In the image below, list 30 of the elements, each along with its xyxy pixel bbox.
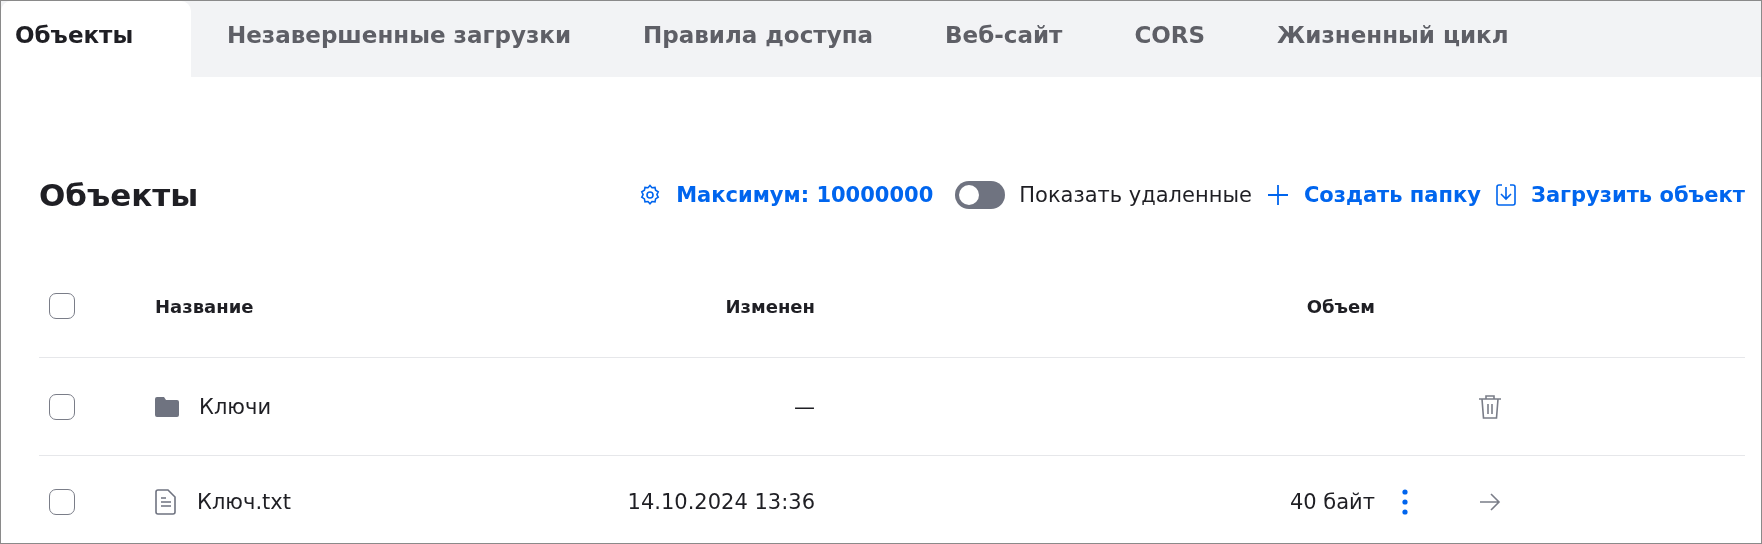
upload-icon[interactable]	[1495, 183, 1517, 207]
limit-link[interactable]: Максимум: 10000000	[676, 183, 934, 207]
tab[interactable]: CORS	[1098, 1, 1242, 77]
select-all-checkbox[interactable]	[49, 293, 75, 319]
size-cell: 40 байт	[1289, 490, 1375, 514]
toggle-label: Показать удаленные	[1019, 183, 1252, 207]
open-button[interactable]	[1479, 493, 1501, 511]
column-header: Название	[154, 295, 255, 317]
row-checkbox[interactable]	[49, 393, 75, 420]
tab[interactable]: Правила доступа	[607, 1, 910, 77]
tab[interactable]: Незавершенные загрузки	[191, 1, 607, 77]
create-folder-link[interactable]: Создать папку	[1303, 183, 1481, 207]
column-header: Объем	[1306, 295, 1375, 317]
tab[interactable]: Объекты	[1, 1, 191, 77]
folder-icon	[155, 396, 179, 417]
object-name[interactable]: Ключ.txt	[197, 490, 291, 514]
object-name[interactable]: Ключи	[199, 394, 272, 419]
plus-icon[interactable]	[1265, 183, 1290, 207]
more-button[interactable]	[1402, 489, 1408, 515]
modified-cell: 14.10.2024 13:36	[627, 490, 815, 514]
delete-button[interactable]	[1478, 393, 1502, 420]
toggle-switch[interactable]	[955, 181, 1006, 209]
column-header: Изменен	[725, 295, 815, 317]
page-title: Объекты	[39, 177, 200, 213]
document-icon	[155, 489, 177, 515]
upload-link[interactable]: Загрузить объект	[1531, 183, 1745, 207]
row-checkbox[interactable]	[49, 489, 75, 515]
tab[interactable]: Веб-сайт	[909, 1, 1099, 77]
modified-cell: —	[794, 394, 815, 419]
tab[interactable]: Жизненный цикл	[1241, 1, 1545, 77]
